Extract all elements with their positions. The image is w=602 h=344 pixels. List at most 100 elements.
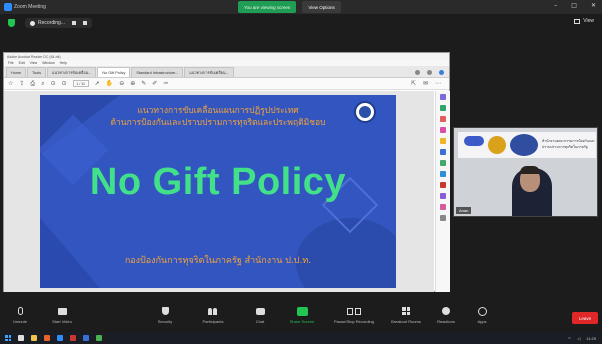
- menu-view[interactable]: View: [30, 61, 38, 65]
- pdf-viewer[interactable]: แนวทางการขับเคลื่อนแผนการปฏิรูปประเทศ ด้…: [4, 91, 434, 292]
- encryption-shield-icon[interactable]: [8, 19, 15, 27]
- zoom-titlebar: Zoom Meeting You are viewing screen View…: [0, 0, 602, 14]
- banner-seal: [510, 134, 538, 156]
- draw-icon[interactable]: ✑: [163, 80, 168, 87]
- windows-start-icon[interactable]: [5, 335, 11, 341]
- tab-tools[interactable]: Tools: [27, 67, 47, 77]
- app-taskbar-icon[interactable]: [96, 335, 102, 341]
- menu-help[interactable]: Help: [60, 61, 67, 65]
- apps-button[interactable]: Apps: [462, 306, 502, 324]
- maximize-icon[interactable]: □: [571, 2, 577, 9]
- breakout-rooms-button[interactable]: Breakout Rooms: [386, 306, 426, 324]
- protect-icon[interactable]: [440, 171, 446, 177]
- share-status-bar: You are viewing screen View Options: [238, 0, 341, 14]
- chat-label: Chat: [255, 319, 265, 324]
- start-video-button[interactable]: Start Video: [42, 306, 82, 324]
- window-controls: – □ ✕: [554, 2, 596, 9]
- edit-pdf-icon[interactable]: [440, 127, 446, 133]
- select-cursor-icon[interactable]: ➚: [95, 80, 100, 87]
- zoom-out-icon[interactable]: ⊖: [119, 80, 124, 87]
- page-down-icon[interactable]: ⊙: [62, 80, 67, 87]
- comment-tool-icon[interactable]: [440, 138, 446, 144]
- share-screen-label: Share Screen: [289, 319, 315, 324]
- zoom-window: Zoom Meeting You are viewing screen View…: [0, 0, 602, 344]
- recording-indicator[interactable]: Recording...: [25, 18, 92, 28]
- close-icon[interactable]: ✕: [591, 2, 596, 9]
- share-icon[interactable]: ⇱: [411, 80, 416, 87]
- menu-window[interactable]: Window: [42, 61, 54, 65]
- bookmark-icon[interactable]: ☆: [8, 80, 13, 87]
- comment-icon[interactable]: ✎: [141, 80, 146, 87]
- participant-video-tile[interactable]: สำนักงานคณะกรรมการป้องกันและปราบปรามการท…: [453, 127, 598, 217]
- security-button[interactable]: Security: [145, 306, 185, 324]
- unmute-button[interactable]: Unmute: [0, 306, 40, 324]
- view-button[interactable]: View: [574, 18, 594, 24]
- zoom-in-icon[interactable]: ⊕: [130, 80, 135, 87]
- email-icon[interactable]: ✉: [423, 80, 428, 87]
- hand-tool-icon[interactable]: ✋: [106, 80, 113, 87]
- windows-taskbar: ◠ ◁ 11:29: [0, 332, 602, 344]
- acrobat-titlebar: Adobe Acrobat Reader DC (64-bit): [4, 53, 449, 60]
- send-sign-icon[interactable]: [440, 204, 446, 210]
- tab-no-gift-policy[interactable]: No Gift Policy: [97, 67, 131, 77]
- file-explorer-icon[interactable]: [31, 335, 37, 341]
- menu-file[interactable]: File: [8, 61, 14, 65]
- menu-edit[interactable]: Edit: [19, 61, 25, 65]
- slide-footer: กองป้องกันการทุจริตในภาครัฐ สำนักงาน ป.ป…: [124, 256, 312, 266]
- recording-dot-icon: [30, 20, 35, 26]
- stop-recording-icon[interactable]: [82, 21, 87, 25]
- pause-recording-icon[interactable]: [71, 21, 76, 25]
- acrobat-title: Adobe Acrobat Reader DC (64-bit): [7, 54, 61, 59]
- organize-pages-icon[interactable]: [440, 160, 446, 166]
- acrobat-right-tools: [435, 91, 450, 292]
- firefox-icon[interactable]: [44, 335, 50, 341]
- shared-screen-window: Adobe Acrobat Reader DC (64-bit) File Ed…: [3, 52, 450, 292]
- tab-document-2[interactable]: แนวทางการขับเคลื่อน...: [184, 67, 234, 77]
- acrobat-taskbar-icon[interactable]: [70, 335, 76, 341]
- breakout-rooms-label: Breakout Rooms: [391, 319, 421, 324]
- recording-label: Recording...: [38, 20, 65, 26]
- highlight-icon[interactable]: ✐: [152, 80, 157, 87]
- create-pdf-icon[interactable]: [440, 116, 446, 122]
- zoom-taskbar-icon[interactable]: [57, 335, 63, 341]
- reactions-icon: [442, 307, 450, 315]
- tab-document-1[interactable]: แนวทางการขับเคลื่อน...: [47, 67, 97, 77]
- participants-icon: [208, 307, 218, 315]
- view-options-button[interactable]: View Options: [302, 1, 341, 13]
- notifications-icon[interactable]: [427, 69, 432, 75]
- chat-icon: [255, 307, 265, 315]
- volume-icon[interactable]: ◁: [577, 336, 580, 341]
- share-screen-button[interactable]: Share Screen: [282, 306, 322, 324]
- tab-home[interactable]: Home: [6, 67, 27, 77]
- leave-meeting-button[interactable]: Leave: [572, 312, 598, 324]
- search-taskbar-icon[interactable]: [18, 335, 24, 341]
- page-up-icon[interactable]: ⊙: [51, 80, 56, 87]
- help-icon[interactable]: [415, 69, 420, 75]
- chat-button[interactable]: Chat: [240, 306, 280, 324]
- upload-icon[interactable]: ⇪: [19, 80, 24, 87]
- participant-name-label: Anan: [456, 207, 472, 214]
- redact-icon[interactable]: [440, 182, 446, 188]
- word-taskbar-icon[interactable]: [83, 335, 89, 341]
- print-icon[interactable]: ⎙: [30, 80, 35, 87]
- tab-standard-infrastructure[interactable]: Standard Infrastructure...: [131, 67, 184, 77]
- wifi-icon[interactable]: ◠: [568, 336, 572, 341]
- pause-recording-label: Pause/Stop Recording: [333, 319, 375, 324]
- reactions-button[interactable]: Reactions: [426, 306, 466, 324]
- pause-recording-button[interactable]: Pause/Stop Recording: [334, 306, 374, 324]
- start-video-label: Start Video: [52, 319, 72, 324]
- more-tools-icon[interactable]: [440, 215, 446, 221]
- search-icon[interactable]: ⌕: [41, 80, 44, 87]
- account-avatar[interactable]: [439, 69, 444, 75]
- fill-sign-icon[interactable]: [440, 193, 446, 199]
- combine-files-icon[interactable]: [440, 149, 446, 155]
- minimize-icon[interactable]: –: [554, 2, 557, 9]
- apps-label: Apps: [477, 319, 487, 324]
- clock[interactable]: 11:29: [586, 336, 596, 341]
- zoom-tool-icon[interactable]: [440, 94, 446, 100]
- export-pdf-icon[interactable]: [440, 105, 446, 111]
- more-icon[interactable]: ⋯: [435, 80, 441, 87]
- participants-button[interactable]: Participants: [193, 306, 233, 324]
- page-number-field[interactable]: 1 / 11: [72, 80, 89, 87]
- zoom-logo-icon: [4, 3, 12, 11]
